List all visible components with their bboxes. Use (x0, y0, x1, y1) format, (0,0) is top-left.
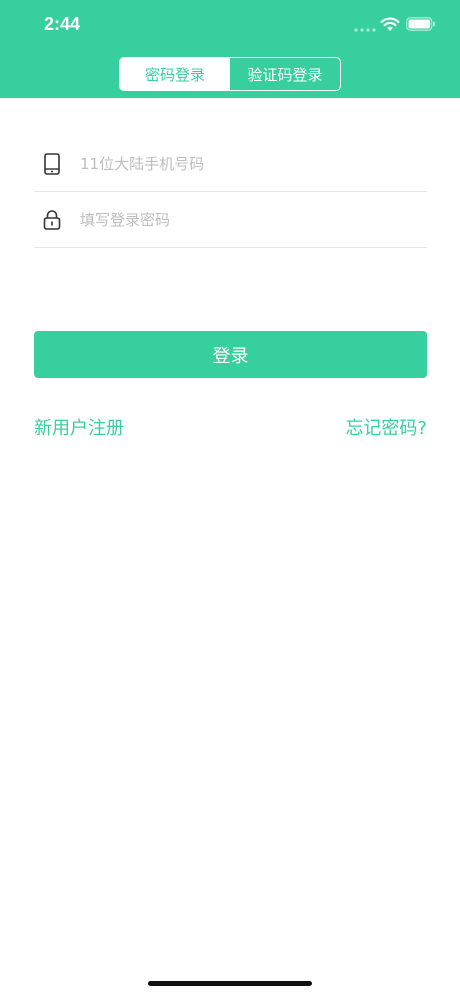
login-button[interactable]: 登录 (34, 331, 427, 378)
lock-icon (43, 210, 61, 230)
password-input[interactable] (80, 192, 420, 248)
tab-password-login[interactable]: 密码登录 (120, 58, 230, 90)
login-mode-switch: 密码登录 验证码登录 (119, 57, 341, 91)
register-link[interactable]: 新用户注册 (34, 414, 124, 440)
tab-code-login[interactable]: 验证码登录 (230, 58, 340, 90)
login-screen: 2:44 密码登录 验证码登录 11位大陆手机号码 登录 新用户注册 忘记密码? (0, 0, 460, 996)
phone-input[interactable] (80, 136, 420, 192)
forgot-password-link[interactable]: 忘记密码? (345, 414, 427, 440)
wifi-icon (380, 17, 400, 31)
cellular-signal-icon (354, 28, 376, 32)
battery-icon (406, 17, 435, 31)
header: 2:44 密码登录 验证码登录 (0, 0, 460, 98)
status-time: 2:44 (44, 14, 81, 34)
home-indicator[interactable] (148, 981, 312, 986)
phone-icon (44, 153, 60, 175)
phone-field-row (34, 136, 427, 192)
password-field-row (34, 192, 427, 248)
